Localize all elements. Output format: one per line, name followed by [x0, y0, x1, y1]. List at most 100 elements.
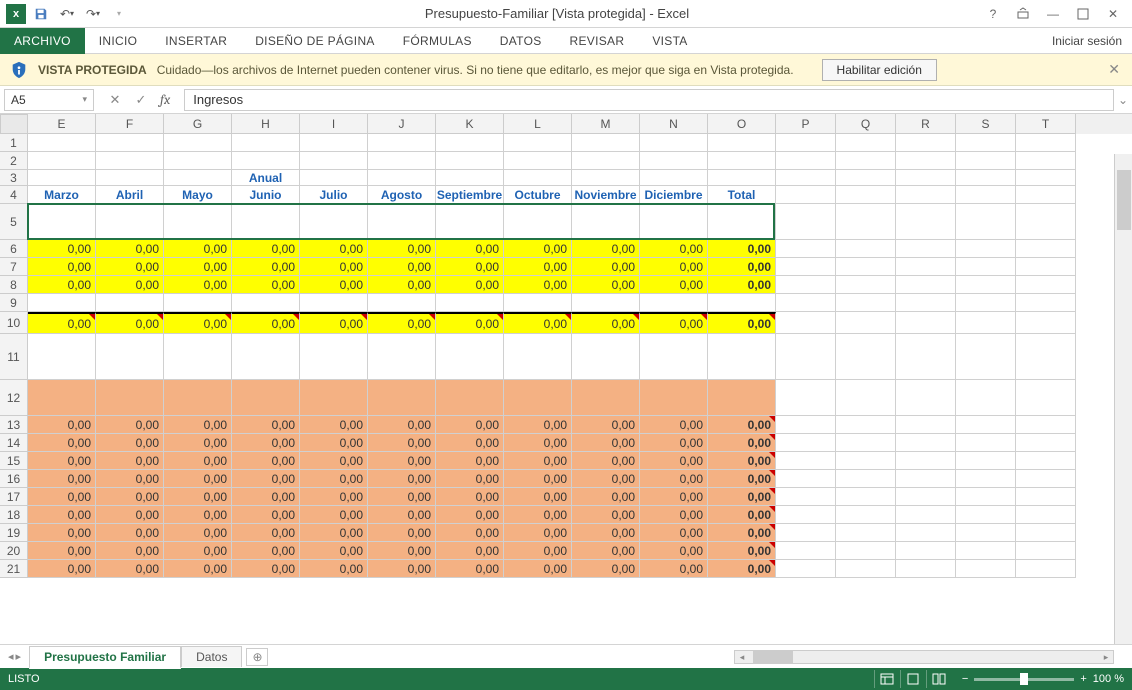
row-header[interactable]: 13 — [0, 416, 28, 434]
cell[interactable]: 0,00 — [708, 434, 776, 452]
cell[interactable] — [164, 152, 232, 170]
tab-vista[interactable]: VISTA — [638, 28, 701, 54]
cell[interactable]: 0,00 — [164, 524, 232, 542]
cell[interactable]: 0,00 — [436, 258, 504, 276]
cell[interactable] — [896, 470, 956, 488]
cell[interactable] — [368, 380, 436, 416]
maximize-icon[interactable] — [1068, 3, 1098, 25]
cell[interactable]: 0,00 — [164, 240, 232, 258]
cell[interactable]: Total — [708, 186, 776, 204]
cell[interactable] — [896, 258, 956, 276]
cell[interactable]: 0,00 — [96, 434, 164, 452]
cell[interactable] — [896, 452, 956, 470]
close-icon[interactable]: ✕ — [1098, 3, 1128, 25]
cell[interactable] — [776, 170, 836, 186]
cell[interactable] — [504, 294, 572, 312]
cell[interactable]: 0,00 — [368, 416, 436, 434]
cell[interactable] — [1016, 416, 1076, 434]
cell[interactable]: 0,00 — [164, 434, 232, 452]
row-header[interactable]: 5 — [0, 204, 28, 240]
tab-inicio[interactable]: INICIO — [85, 28, 151, 54]
cell[interactable]: Marzo — [28, 186, 96, 204]
zoom-out-icon[interactable]: − — [962, 673, 968, 685]
cell[interactable]: 0,00 — [640, 416, 708, 434]
cell[interactable] — [28, 380, 96, 416]
cell[interactable] — [776, 312, 836, 334]
cell[interactable]: Anual — [232, 170, 300, 186]
cell[interactable] — [896, 380, 956, 416]
cell[interactable] — [300, 170, 368, 186]
cell[interactable] — [640, 294, 708, 312]
cell[interactable]: 0,00 — [164, 560, 232, 578]
cell[interactable]: 0,00 — [96, 542, 164, 560]
cell[interactable]: 0,00 — [436, 560, 504, 578]
cell[interactable]: 0,00 — [708, 542, 776, 560]
row-header[interactable]: 1 — [0, 134, 28, 152]
cell[interactable]: 0,00 — [368, 542, 436, 560]
cell[interactable] — [776, 186, 836, 204]
select-all-cell[interactable] — [0, 114, 28, 134]
cell[interactable] — [956, 240, 1016, 258]
cell[interactable] — [96, 380, 164, 416]
cell[interactable] — [956, 452, 1016, 470]
cell[interactable] — [776, 452, 836, 470]
cell[interactable] — [640, 380, 708, 416]
cell[interactable]: 0,00 — [436, 470, 504, 488]
cell[interactable] — [28, 152, 96, 170]
cell[interactable]: 0,00 — [436, 488, 504, 506]
cell[interactable]: 0,00 — [504, 560, 572, 578]
cell[interactable] — [896, 240, 956, 258]
cell[interactable]: 0,00 — [232, 560, 300, 578]
cell[interactable]: 0,00 — [436, 276, 504, 294]
expand-formula-bar-icon[interactable]: ⌄ — [1114, 93, 1132, 107]
tab-diseno[interactable]: DISEÑO DE PÁGINA — [241, 28, 389, 54]
cell[interactable] — [164, 204, 232, 240]
cell[interactable] — [164, 294, 232, 312]
cell[interactable]: 0,00 — [504, 312, 572, 334]
cell[interactable]: 0,00 — [300, 434, 368, 452]
cell[interactable] — [572, 380, 640, 416]
cell[interactable] — [232, 134, 300, 152]
sheet-tab-datos[interactable]: Datos — [181, 646, 242, 667]
cell[interactable] — [896, 488, 956, 506]
cell[interactable]: 0,00 — [640, 434, 708, 452]
row-header[interactable]: 15 — [0, 452, 28, 470]
cell[interactable]: 0,00 — [164, 258, 232, 276]
cell[interactable] — [1016, 524, 1076, 542]
cell[interactable]: 0,00 — [708, 524, 776, 542]
cell[interactable] — [956, 488, 1016, 506]
cell[interactable] — [836, 134, 896, 152]
cell[interactable] — [836, 240, 896, 258]
cell[interactable]: 0,00 — [640, 524, 708, 542]
cell[interactable]: 0,00 — [28, 258, 96, 276]
row-header[interactable]: 20 — [0, 542, 28, 560]
column-header[interactable]: P — [776, 114, 836, 134]
cell[interactable]: 0,00 — [708, 506, 776, 524]
cell[interactable]: 0,00 — [300, 542, 368, 560]
cell[interactable]: 0,00 — [504, 240, 572, 258]
cell[interactable]: 0,00 — [96, 276, 164, 294]
cell[interactable] — [708, 294, 776, 312]
cell[interactable] — [776, 506, 836, 524]
cell[interactable]: 0,00 — [96, 506, 164, 524]
cell[interactable] — [956, 334, 1016, 380]
cell[interactable] — [776, 488, 836, 506]
cell[interactable]: 0,00 — [436, 240, 504, 258]
cell[interactable] — [956, 258, 1016, 276]
cell[interactable] — [836, 452, 896, 470]
row-header[interactable]: 8 — [0, 276, 28, 294]
cell[interactable] — [776, 294, 836, 312]
cell[interactable]: 0,00 — [300, 488, 368, 506]
cell[interactable]: 0,00 — [164, 276, 232, 294]
cell[interactable] — [836, 294, 896, 312]
cell[interactable] — [896, 560, 956, 578]
cell[interactable]: 0,00 — [164, 470, 232, 488]
cell[interactable]: 0,00 — [708, 312, 776, 334]
protected-view-close-icon[interactable]: ✕ — [1108, 61, 1120, 78]
cell[interactable] — [504, 204, 572, 240]
cell[interactable] — [956, 524, 1016, 542]
cancel-formula-icon[interactable]: ✕ — [102, 89, 128, 111]
cell[interactable]: 0,00 — [436, 524, 504, 542]
cell[interactable]: 0,00 — [368, 240, 436, 258]
cell[interactable] — [896, 152, 956, 170]
